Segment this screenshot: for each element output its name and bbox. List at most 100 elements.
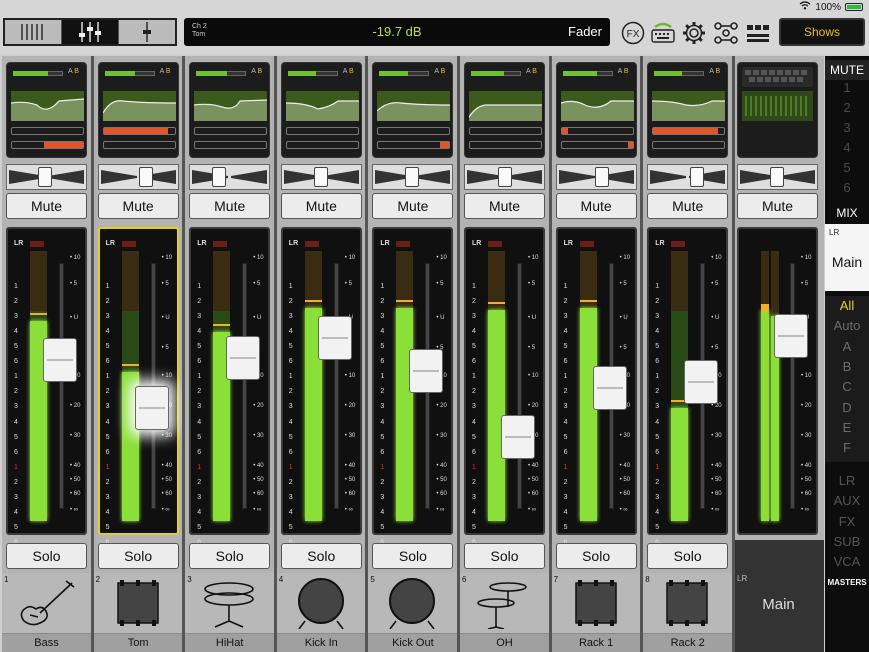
- channel-icon-area[interactable]: [368, 573, 458, 633]
- filter-button[interactable]: E: [825, 420, 869, 435]
- master-fader-cap[interactable]: [774, 314, 808, 358]
- fader-cap[interactable]: [501, 415, 535, 459]
- layout-button[interactable]: [745, 20, 771, 46]
- pan-slider[interactable]: [647, 164, 729, 190]
- channel-name[interactable]: Tom: [93, 633, 183, 652]
- filter-button[interactable]: D: [825, 400, 869, 415]
- solo-button[interactable]: Solo: [647, 543, 729, 569]
- solo-button[interactable]: Solo: [372, 543, 454, 569]
- fader-cap[interactable]: [317, 316, 352, 360]
- mute-group-button[interactable]: 6: [825, 180, 869, 195]
- routing-button[interactable]: [713, 20, 739, 46]
- solo-button[interactable]: Solo: [97, 543, 179, 569]
- pan-slider[interactable]: [97, 164, 179, 190]
- mute-group-button[interactable]: 5: [825, 160, 869, 175]
- mute-group-button[interactable]: 3: [825, 120, 869, 135]
- pan-slider[interactable]: [464, 164, 545, 190]
- masters-button[interactable]: VCA: [825, 554, 869, 569]
- filter-button[interactable]: Auto: [825, 318, 869, 333]
- pan-knob[interactable]: [498, 167, 512, 187]
- pan-knob[interactable]: [313, 167, 328, 187]
- channel-name[interactable]: Rack 2: [643, 633, 733, 652]
- filter-button[interactable]: C: [825, 379, 869, 394]
- fader-cap[interactable]: [43, 338, 77, 382]
- mute-button[interactable]: Mute: [372, 193, 454, 219]
- solo-button[interactable]: Solo: [464, 543, 545, 569]
- master-balance-slider[interactable]: [737, 164, 818, 190]
- channel-icon-area[interactable]: [276, 573, 366, 633]
- keyboard-button[interactable]: [650, 20, 676, 46]
- masters-button[interactable]: LR: [825, 473, 869, 488]
- view-single-button[interactable]: [119, 20, 175, 44]
- solo-button[interactable]: Solo: [6, 543, 87, 569]
- pan-slider[interactable]: [372, 164, 454, 190]
- shows-button[interactable]: Shows: [779, 18, 865, 46]
- filter-button[interactable]: B: [825, 359, 869, 374]
- channel-name[interactable]: Bass: [2, 633, 91, 652]
- fader-cap[interactable]: [592, 366, 627, 410]
- channel-name[interactable]: Rack 1: [551, 633, 641, 652]
- mix-selector[interactable]: LR Main: [825, 224, 869, 291]
- mute-button[interactable]: Mute: [97, 193, 179, 219]
- pan-slider[interactable]: [280, 164, 362, 190]
- channel-icon-area[interactable]: [460, 573, 549, 633]
- pan-knob[interactable]: [212, 167, 227, 187]
- solo-button[interactable]: Solo: [280, 543, 362, 569]
- mute-group-button[interactable]: 2: [825, 100, 869, 115]
- master-mute-button[interactable]: Mute: [737, 193, 818, 219]
- fader-cap[interactable]: [226, 336, 261, 380]
- filter-button[interactable]: F: [825, 440, 869, 455]
- channel-eq-thumbnail[interactable]: A B: [189, 62, 271, 158]
- mute-button[interactable]: Mute: [189, 193, 271, 219]
- channel-eq-thumbnail[interactable]: A B: [647, 62, 729, 158]
- pan-knob[interactable]: [38, 167, 52, 187]
- channel-icon-area[interactable]: [551, 573, 641, 633]
- channel-name[interactable]: HiHat: [185, 633, 275, 652]
- mute-button[interactable]: Mute: [464, 193, 545, 219]
- channel-eq-thumbnail[interactable]: A B: [464, 62, 545, 158]
- channel-eq-thumbnail[interactable]: A B: [280, 62, 362, 158]
- solo-button[interactable]: Solo: [189, 543, 271, 569]
- pan-slider[interactable]: [555, 164, 637, 190]
- masters-button[interactable]: FX: [825, 514, 869, 529]
- mute-group-button[interactable]: 4: [825, 140, 869, 155]
- pan-knob[interactable]: [138, 167, 153, 187]
- fx-button[interactable]: FX: [620, 20, 646, 46]
- channel-eq-thumbnail[interactable]: A B: [372, 62, 454, 158]
- mute-button[interactable]: Mute: [647, 193, 729, 219]
- view-mixer-button[interactable]: [62, 20, 119, 44]
- peak-hold: [488, 302, 505, 304]
- channel-name[interactable]: Kick In: [276, 633, 366, 652]
- mute-button[interactable]: Mute: [555, 193, 637, 219]
- channel-icon-area[interactable]: [93, 573, 183, 634]
- channel-name[interactable]: Kick Out: [368, 633, 458, 652]
- pan-slider[interactable]: [6, 164, 87, 190]
- channel-eq-thumbnail[interactable]: A B: [555, 62, 637, 158]
- master-graphic-eq[interactable]: [737, 62, 818, 158]
- fader-cap[interactable]: [409, 349, 444, 393]
- channel-eq-thumbnail[interactable]: A B: [97, 62, 179, 158]
- fader-cap[interactable]: [684, 360, 719, 404]
- solo-button[interactable]: Solo: [555, 543, 637, 569]
- mute-button[interactable]: Mute: [280, 193, 362, 219]
- channel-icon-area[interactable]: [643, 573, 733, 633]
- masters-button[interactable]: AUX: [825, 493, 869, 508]
- channel-icon-area[interactable]: [185, 573, 275, 633]
- view-channels-button[interactable]: [5, 20, 62, 44]
- mute-button[interactable]: Mute: [6, 193, 87, 219]
- mute-group-button[interactable]: 1: [825, 80, 869, 95]
- settings-button[interactable]: [681, 20, 707, 46]
- pan-slider[interactable]: [189, 164, 271, 190]
- masters-button[interactable]: SUB: [825, 534, 869, 549]
- fader-cap[interactable]: [134, 386, 169, 430]
- filter-button[interactable]: A: [825, 339, 869, 354]
- tom-drum-icon: [108, 577, 168, 634]
- channel-eq-thumbnail[interactable]: A B: [6, 62, 87, 158]
- pan-knob[interactable]: [594, 167, 609, 187]
- pan-knob[interactable]: [690, 167, 705, 187]
- channel-name[interactable]: OH: [460, 633, 549, 652]
- pan-knob[interactable]: [405, 167, 420, 187]
- channel-icon-area[interactable]: [2, 573, 91, 633]
- channel-display[interactable]: Ch 2 Tom -19.7 dB Fader: [184, 18, 610, 46]
- filter-button[interactable]: All: [825, 298, 869, 313]
